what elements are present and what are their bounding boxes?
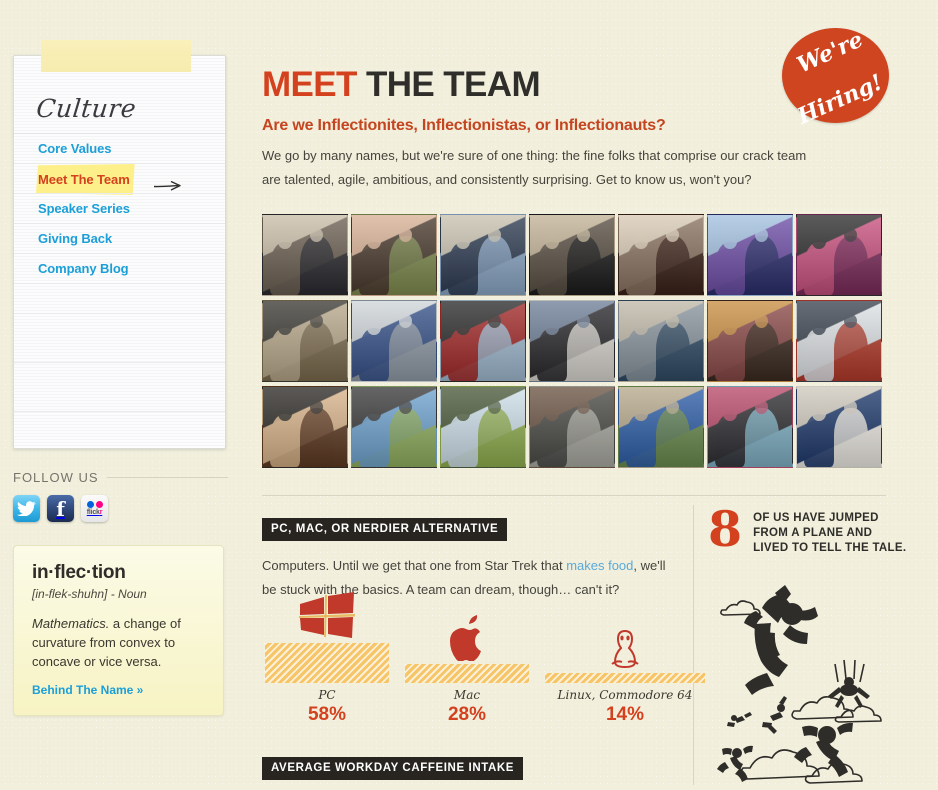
sidebar-item-label[interactable]: Giving Back <box>38 231 112 246</box>
caffeine-section: AVERAGE WORKDAY CAFFEINE INTAKE <box>262 757 524 780</box>
notepad-rule <box>14 411 225 448</box>
team-photo[interactable] <box>440 214 526 296</box>
team-photo[interactable] <box>440 300 526 382</box>
team-photo[interactable] <box>351 214 437 296</box>
computers-section: PC, MAC, OR NERDIER ALTERNATIVE Computer… <box>262 518 705 725</box>
hiring-line-1: We're <box>793 26 868 78</box>
intro-paragraph: We go by many names, but we're sure of o… <box>262 148 807 187</box>
were-hiring-badge[interactable]: We're Hiring! <box>782 26 889 129</box>
os-percentage: 14% <box>605 704 645 725</box>
os-label: Mac <box>453 688 481 702</box>
skydive-line-3: LIVED TO TELL THE TALE. <box>753 542 907 554</box>
notepad-rule <box>14 313 225 362</box>
flickr-label: flick <box>86 509 100 516</box>
makes-food-link[interactable]: makes food <box>566 558 633 573</box>
sidebar-item-speaker-series[interactable]: Speaker Series <box>14 193 225 223</box>
team-photo[interactable] <box>796 214 882 296</box>
team-photo[interactable] <box>707 386 793 468</box>
section-divider-horizontal <box>262 495 886 496</box>
team-photo[interactable] <box>796 386 882 468</box>
sidebar: Culture Core Values Meet The Team Speake… <box>0 0 240 785</box>
os-bar-column: Linux, Commodore 64 14% <box>545 629 705 726</box>
sidebar-item-label[interactable]: Speaker Series <box>38 201 130 216</box>
sidebar-item-company-blog[interactable]: Company Blog <box>14 253 225 283</box>
notepad-rule <box>14 283 225 313</box>
page-subtitle: Are we Inflectionites, Inflectionistas, … <box>262 117 666 135</box>
team-photo[interactable] <box>262 214 348 296</box>
flickr-icon[interactable]: flickr <box>81 495 108 522</box>
sidebar-item-core-values[interactable]: Core Values <box>14 133 225 163</box>
section-divider-vertical <box>693 505 694 785</box>
page-title: MEET THE TEAM <box>262 65 541 105</box>
social-links: f flickr <box>13 495 228 522</box>
main-content: MEET THE TEAM We're Hiring! Are we Infle… <box>240 0 938 785</box>
definition-card: in·flec·tion [in-flek-shuhn] - Noun Math… <box>13 545 224 716</box>
team-photo[interactable] <box>618 386 704 468</box>
os-label: PC <box>318 688 336 702</box>
team-photo[interactable] <box>262 386 348 468</box>
definition-pronunciation: [in-flek-shuhn] - Noun <box>32 587 147 601</box>
apple-logo-icon <box>447 615 487 666</box>
skydive-stat-number: 8 <box>708 500 743 558</box>
page-title-accent: MEET <box>262 65 357 105</box>
follow-us-label: FOLLOW US <box>13 470 99 485</box>
facebook-icon[interactable]: f <box>47 495 74 522</box>
os-bar <box>405 615 529 683</box>
sidebar-item-giving-back[interactable]: Giving Back <box>14 223 225 253</box>
arrow-right-icon <box>153 173 183 191</box>
hiring-line-2: Hiring! <box>794 68 887 130</box>
os-bar-column: PC 58% <box>265 592 389 726</box>
linux-penguin-icon <box>608 628 642 675</box>
os-bar <box>545 629 705 683</box>
sidebar-item-label[interactable]: Company Blog <box>38 261 129 276</box>
bar-stripe-pattern <box>265 643 389 683</box>
team-photo[interactable] <box>529 300 615 382</box>
os-percentage: 58% <box>307 704 347 725</box>
sidebar-item-label[interactable]: Meet The Team <box>38 172 130 187</box>
notepad-rule <box>14 362 225 411</box>
team-photo[interactable] <box>618 214 704 296</box>
team-photo[interactable] <box>707 214 793 296</box>
team-photo[interactable] <box>262 300 348 382</box>
skydivers-illustration <box>708 572 918 785</box>
sticky-note-decoration <box>41 40 191 72</box>
team-photo[interactable] <box>529 214 615 296</box>
skydive-stat: 8 OF US HAVE JUMPED FROM A PLANE AND LIV… <box>708 500 913 558</box>
follow-us-block: FOLLOW US f flickr <box>13 470 228 522</box>
sidebar-item-label[interactable]: Core Values <box>38 141 111 156</box>
definition-body: Mathematics. a change of curvature from … <box>32 614 205 671</box>
twitter-icon[interactable] <box>13 495 40 522</box>
os-label: Linux, Commodore 64 <box>557 688 693 702</box>
team-photo[interactable] <box>618 300 704 382</box>
page-root: Culture Core Values Meet The Team Speake… <box>0 0 938 785</box>
notepad-panel: Culture Core Values Meet The Team Speake… <box>13 55 226 449</box>
copy-before: Computers. Until we get that one from St… <box>262 558 567 573</box>
behind-the-name-link[interactable]: Behind The Name » <box>32 683 205 697</box>
follow-us-divider <box>106 477 228 478</box>
team-photo[interactable] <box>796 300 882 382</box>
bar-stripe-pattern <box>405 664 529 683</box>
definition-field: Mathematics. <box>32 616 110 631</box>
team-photo[interactable] <box>351 386 437 468</box>
team-photo[interactable] <box>707 300 793 382</box>
sidebar-nav: Core Values Meet The Team Speaker Series <box>14 133 225 283</box>
team-photo-grid <box>262 214 886 468</box>
caffeine-section-tag: AVERAGE WORKDAY CAFFEINE INTAKE <box>262 757 524 780</box>
page-title-rest: THE TEAM <box>356 65 541 105</box>
os-usage-bar-chart: PC 58% Mac 28% Linux, Commodore 64 14% <box>265 592 705 726</box>
sidebar-item-meet-the-team[interactable]: Meet The Team <box>14 163 225 195</box>
os-percentage: 28% <box>447 704 487 725</box>
os-bar <box>265 592 389 683</box>
skydive-stat-text: OF US HAVE JUMPED FROM A PLANE AND LIVED… <box>753 508 906 556</box>
os-bar-column: Mac 28% <box>405 615 529 726</box>
windows-logo-icon <box>298 592 356 645</box>
skydive-line-1: OF US HAVE JUMPED <box>753 512 879 524</box>
team-photo[interactable] <box>351 300 437 382</box>
team-photo[interactable] <box>529 386 615 468</box>
definition-word: in·flec·tion <box>32 562 126 583</box>
computers-section-tag: PC, MAC, OR NERDIER ALTERNATIVE <box>262 518 508 541</box>
skydive-line-2: FROM A PLANE AND <box>753 527 873 539</box>
team-photo[interactable] <box>440 386 526 468</box>
flickr-label-accent: r <box>99 509 103 516</box>
